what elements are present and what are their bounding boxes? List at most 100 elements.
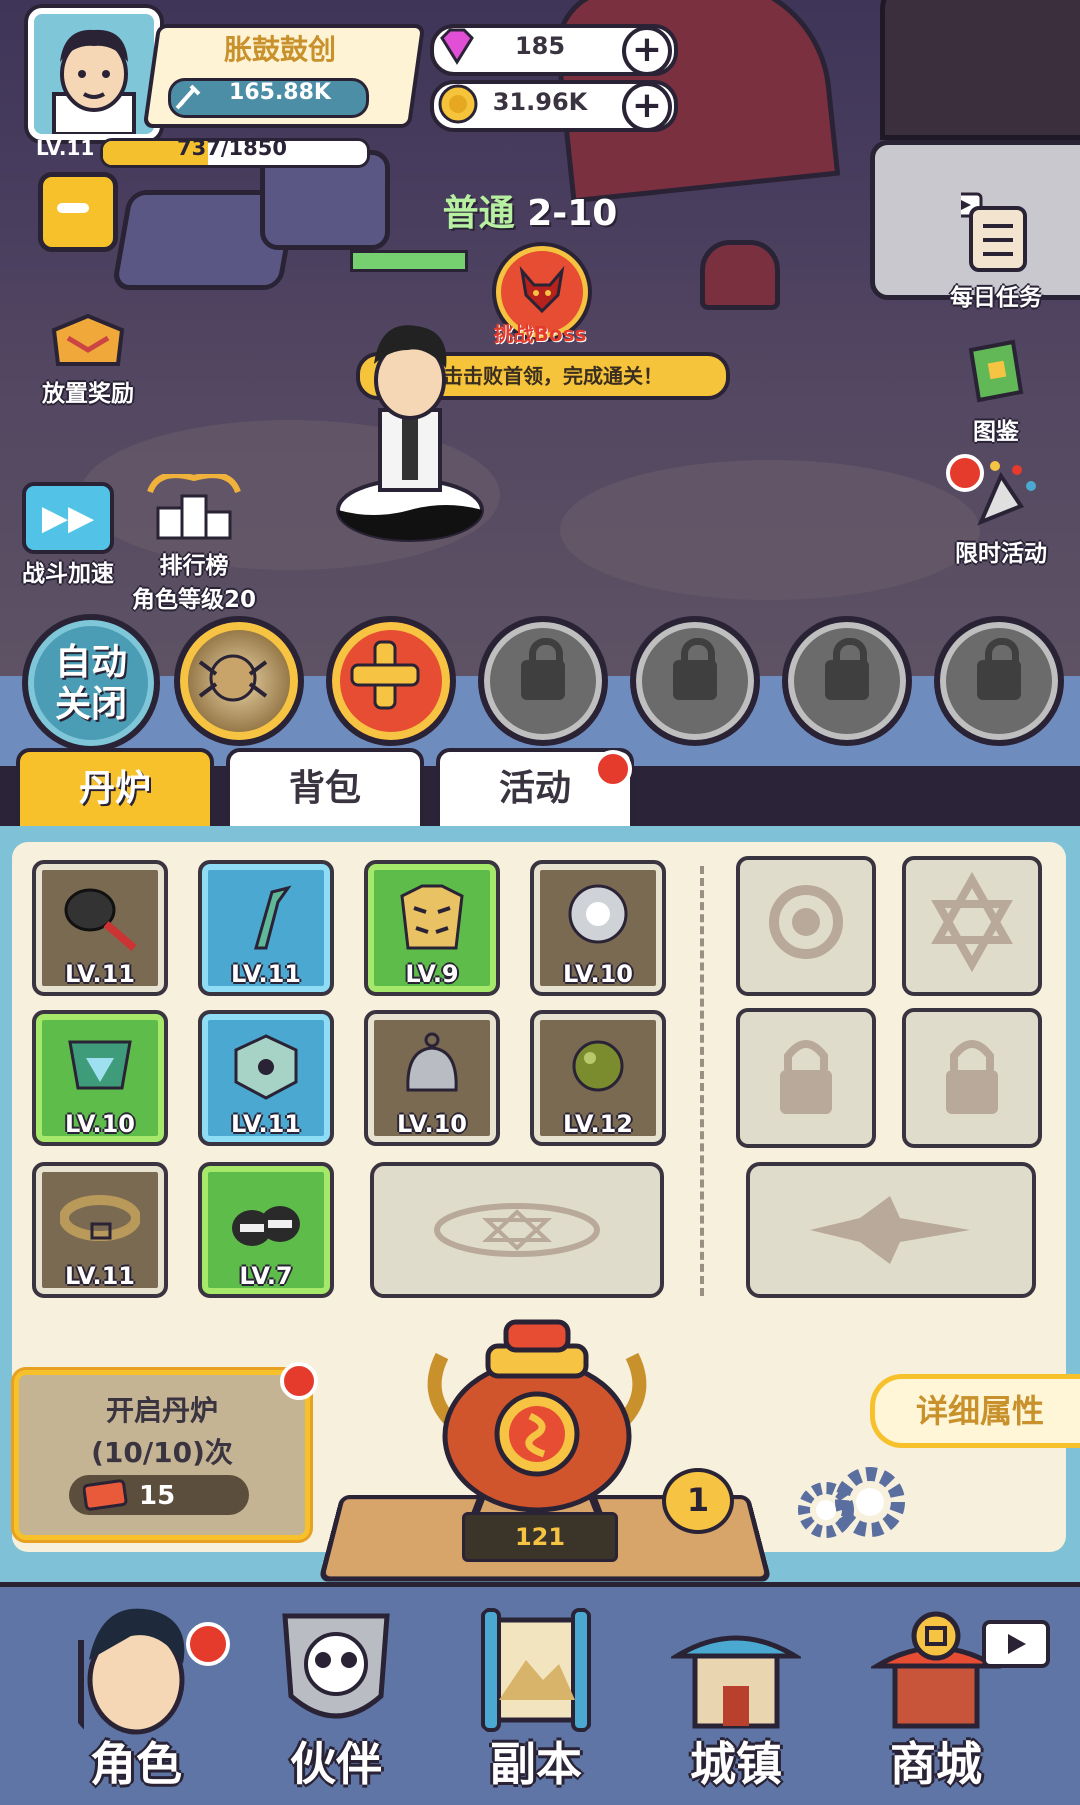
hero-character (336, 325, 484, 542)
equipment-level: LV.12 (563, 1110, 633, 1138)
player-face-icon (52, 29, 136, 134)
equipment-slot-husky-coin[interactable]: LV.10 (530, 860, 666, 996)
tab-backpack[interactable]: 背包 (226, 748, 424, 830)
daily-tasks-button[interactable]: 每日任务 (936, 190, 1056, 312)
nav-town[interactable]: 城镇 (646, 1590, 826, 1791)
equipment-level: LV.11 (65, 960, 135, 988)
task-list-icon (949, 192, 1027, 272)
equipment-slot-tiger-robe[interactable]: LV.9 (364, 860, 500, 996)
add-skill-button[interactable] (326, 616, 456, 746)
xp-text: 737/1850 (177, 136, 287, 160)
tab-furnace[interactable]: 丹炉 (16, 748, 214, 830)
enemy-hp-bar (350, 250, 468, 272)
equipment-slot-frying-pan[interactable]: LV.11 (32, 860, 168, 996)
stage-number: 2-10 (527, 193, 618, 234)
alchemy-furnace[interactable] (412, 1316, 662, 1526)
detail-attributes-button[interactable]: 详细属性 (870, 1374, 1080, 1448)
ground-patch (560, 460, 980, 600)
player-name: 胀鼓鼓创 (223, 33, 336, 66)
ranking-label: 排行榜 (159, 553, 229, 579)
jade-disc-icon (234, 1034, 298, 1100)
accessory-slot-locked[interactable] (736, 1008, 876, 1148)
auto-battle-toggle[interactable]: 自动 关闭 (22, 614, 160, 752)
pearl-icon (572, 1040, 624, 1092)
equipment-slot-leather-belt[interactable]: LV.11 (32, 1162, 168, 1298)
accessory-slot-ring[interactable] (736, 856, 876, 996)
ring-emblem-icon (769, 885, 843, 959)
nav-dungeon[interactable]: 副本 (446, 1590, 626, 1791)
add-gems-button[interactable]: + (622, 26, 672, 76)
challenge-boss-label: 挑战Boss (493, 322, 587, 346)
power-value: 165.88K (229, 80, 331, 105)
codex-label: 图鉴 (973, 419, 1019, 445)
treasure-chest-icon (51, 313, 125, 366)
ticket-cost: 15 (139, 1481, 176, 1511)
battle-speed-button[interactable]: ▶▶ 战斗加速 (14, 482, 122, 588)
formation-slot[interactable] (370, 1162, 664, 1298)
equipment-slot-green-pearl[interactable]: LV.12 (530, 1010, 666, 1146)
jade-sword-icon (254, 885, 292, 950)
blade-emblem-icon (810, 1196, 970, 1264)
stage-mode: 普通 (442, 193, 515, 234)
shop-video-badge (982, 1620, 1050, 1668)
skill-slot-locked[interactable] (630, 616, 760, 746)
codex-button[interactable]: 图鉴 (946, 336, 1046, 446)
background-tree (880, 0, 1080, 140)
add-gold-button[interactable]: + (622, 82, 672, 132)
character-icon (78, 1608, 185, 1736)
furnace-value: 121 (462, 1512, 618, 1562)
skill-slot-locked[interactable] (934, 616, 1064, 746)
lock-icon (977, 638, 1021, 700)
accessory-slot-locked[interactable] (902, 1008, 1042, 1148)
demon-head-icon (519, 265, 565, 314)
accessory-slot-star[interactable] (902, 856, 1042, 996)
lock-icon (673, 638, 717, 700)
ranking-button[interactable]: 排行榜 角色等级20 (124, 472, 264, 614)
settings-gear-icon[interactable] (790, 1460, 910, 1550)
fast-forward-icon: ▶▶ (22, 482, 114, 554)
activity-notification-dot (594, 750, 632, 788)
lock-icon (521, 638, 565, 700)
furnace-level-badge: 1 (662, 1468, 734, 1534)
character-notification-dot (186, 1622, 230, 1666)
minus-icon (57, 203, 89, 213)
limited-event-label: 限时活动 (955, 541, 1047, 567)
furnace-notification-dot (280, 1362, 318, 1400)
divider (700, 866, 704, 1296)
idle-reward-button[interactable]: 放置奖励 (28, 310, 148, 408)
skill-slot-locked[interactable] (478, 616, 608, 746)
skill-slot-equipped[interactable] (174, 616, 304, 746)
gem-value: 185 (514, 32, 566, 60)
nav-character[interactable]: 角色 (46, 1590, 226, 1791)
player-avatar[interactable] (28, 8, 160, 140)
equipment-slot-cat-boots[interactable]: LV.7 (198, 1162, 334, 1298)
equipment-slot-silver-bell[interactable]: LV.10 (364, 1010, 500, 1146)
weapon-slot[interactable] (746, 1162, 1036, 1298)
spider-skill-icon (198, 654, 268, 702)
auto-toggle-line1: 自动 (54, 642, 127, 683)
equipment-slot-jade-sword[interactable]: LV.11 (198, 860, 334, 996)
nav-town-label: 城镇 (690, 1737, 782, 1791)
silver-coin-icon (568, 884, 628, 944)
furnace-count: (10/10)次 (91, 1436, 233, 1469)
open-furnace-button[interactable]: 开启丹炉 (10/10)次 15 (14, 1370, 310, 1540)
nav-partners[interactable]: 伙伴 (246, 1590, 426, 1791)
lock-icon (825, 638, 869, 700)
equipment-level: LV.11 (231, 960, 301, 988)
equipment-level: LV.10 (65, 1110, 135, 1138)
equipment-slot-jade-disc[interactable]: LV.11 (198, 1010, 334, 1146)
equipment-slot-jade-mirror[interactable]: LV.10 (32, 1010, 168, 1146)
podium-icon (147, 472, 241, 540)
partner-shield-icon (282, 1613, 390, 1719)
nav-character-label: 角色 (90, 1737, 182, 1791)
equipment-level: LV.11 (65, 1262, 135, 1290)
skill-slot-locked[interactable] (782, 616, 912, 746)
hexagram-icon (931, 871, 1013, 973)
idle-reward-label: 放置奖励 (42, 381, 134, 407)
minimize-button[interactable] (38, 172, 118, 252)
play-icon (1008, 1634, 1026, 1654)
lock-icon (780, 1040, 832, 1114)
limited-event-notification-dot (946, 454, 984, 492)
sword-icon (175, 84, 201, 110)
gold-value: 31.96K (492, 88, 588, 116)
